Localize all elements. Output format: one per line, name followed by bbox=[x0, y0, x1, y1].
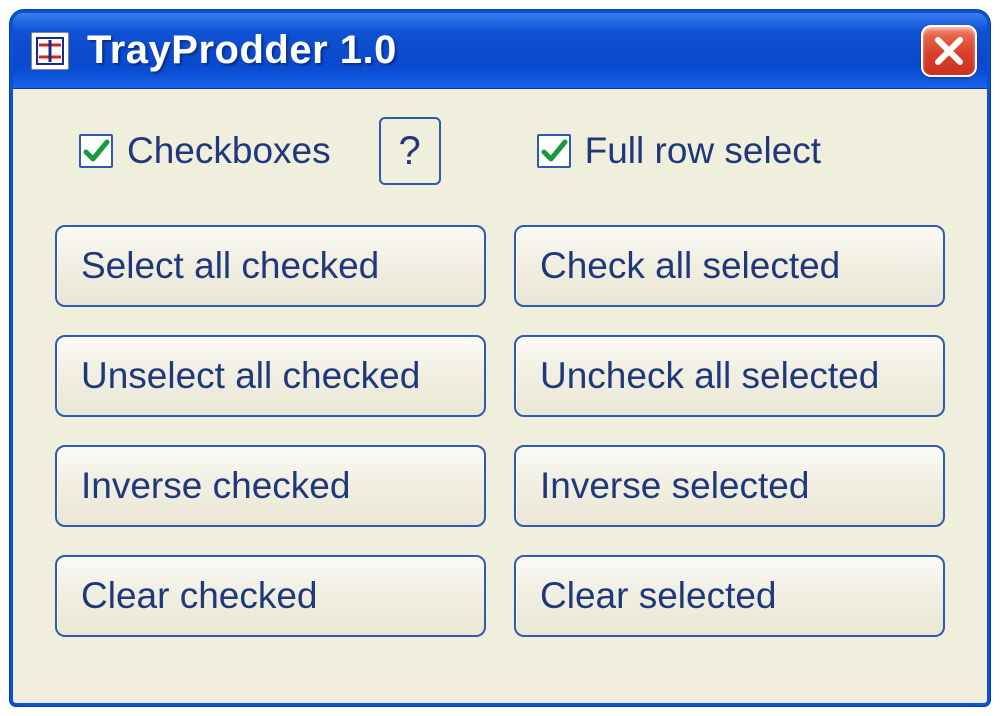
button-columns: Select all checked Unselect all checked … bbox=[47, 225, 953, 637]
clear-selected-button[interactable]: Clear selected bbox=[514, 555, 945, 637]
right-column: Check all selected Uncheck all selected … bbox=[514, 225, 945, 637]
full-row-select-option: Full row select bbox=[537, 130, 821, 172]
close-button[interactable] bbox=[921, 25, 977, 77]
app-icon bbox=[31, 32, 69, 70]
help-button[interactable]: ? bbox=[379, 117, 441, 185]
unselect-all-checked-button[interactable]: Unselect all checked bbox=[55, 335, 486, 417]
check-all-selected-button[interactable]: Check all selected bbox=[514, 225, 945, 307]
checkmark-icon bbox=[82, 137, 110, 165]
checkboxes-label: Checkboxes bbox=[127, 130, 331, 172]
left-column: Select all checked Unselect all checked … bbox=[55, 225, 486, 637]
close-icon bbox=[932, 34, 966, 68]
checkboxes-checkbox[interactable] bbox=[79, 134, 113, 168]
clear-checked-button[interactable]: Clear checked bbox=[55, 555, 486, 637]
inverse-checked-button[interactable]: Inverse checked bbox=[55, 445, 486, 527]
checkboxes-option: Checkboxes bbox=[79, 130, 331, 172]
full-row-select-checkbox[interactable] bbox=[537, 134, 571, 168]
options-row: Checkboxes ? Full row select bbox=[47, 117, 953, 185]
inverse-selected-button[interactable]: Inverse selected bbox=[514, 445, 945, 527]
checkmark-icon bbox=[540, 137, 568, 165]
window-title: TrayProdder 1.0 bbox=[87, 28, 921, 73]
uncheck-all-selected-button[interactable]: Uncheck all selected bbox=[514, 335, 945, 417]
select-all-checked-button[interactable]: Select all checked bbox=[55, 225, 486, 307]
client-area: Checkboxes ? Full row select Select all … bbox=[13, 89, 987, 703]
titlebar[interactable]: TrayProdder 1.0 bbox=[13, 13, 987, 89]
full-row-select-label: Full row select bbox=[585, 130, 821, 172]
app-window: TrayProdder 1.0 Checkboxes ? bbox=[10, 10, 990, 706]
